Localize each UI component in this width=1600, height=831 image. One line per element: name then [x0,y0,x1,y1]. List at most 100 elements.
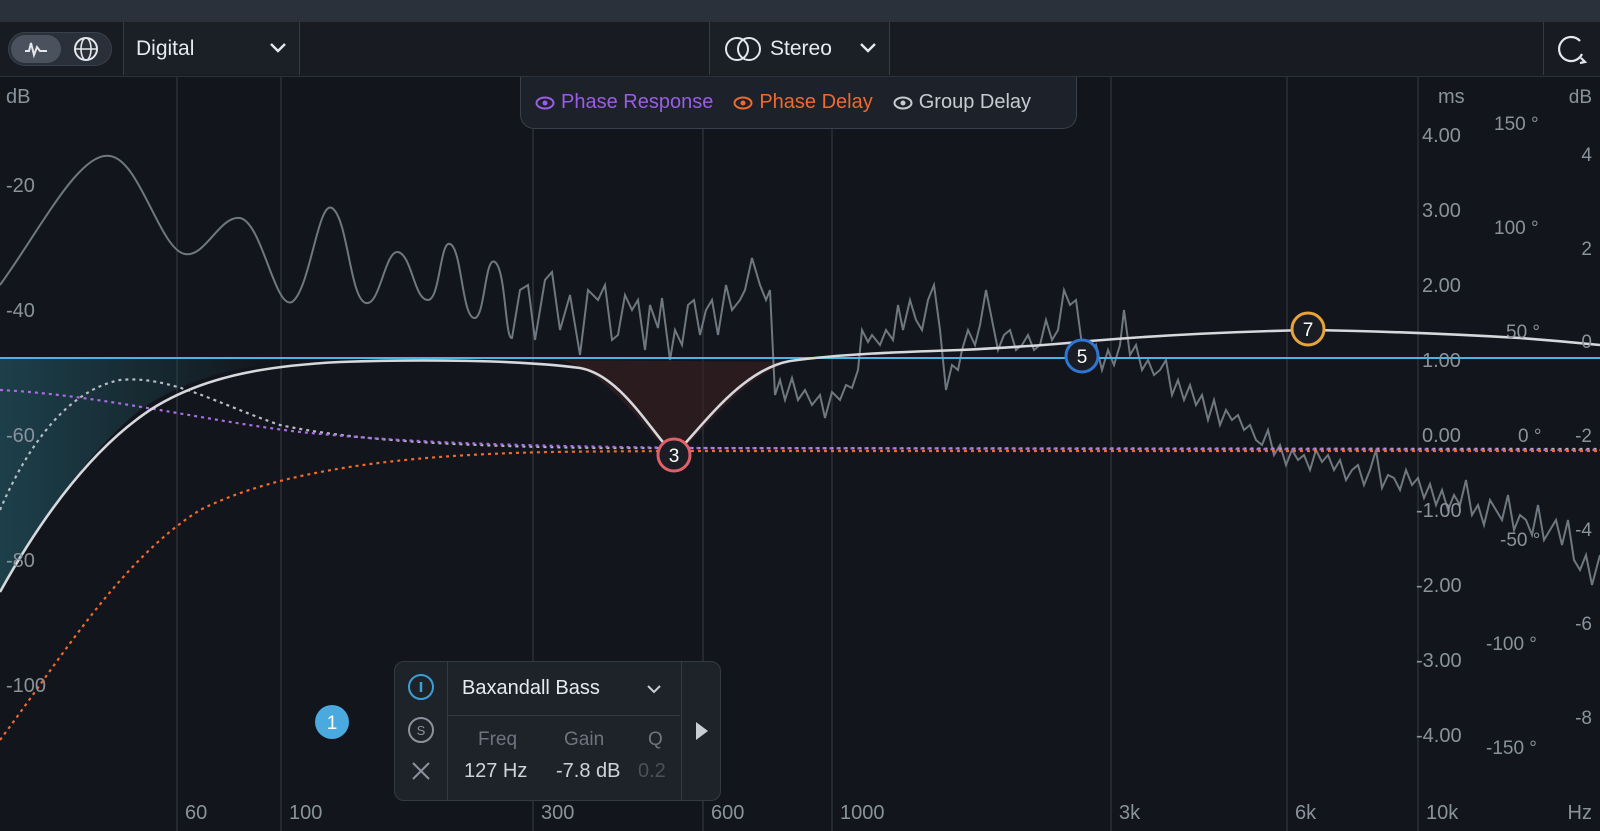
band-node-label: 3 [669,446,680,467]
power-icon[interactable] [408,674,434,700]
degree-tick: 150 ° [1494,114,1539,135]
degree-tick: -150 ° [1486,738,1537,759]
ms-tick: 0.00 [1422,425,1461,447]
band-parameters: Freq Gain Q 127 Hz -7.8 dB 0.2 [448,717,680,800]
legend-label: Phase Delay [759,91,873,113]
band-node-5[interactable]: 5 [1064,338,1100,374]
right-db-tick: 0 [1581,332,1592,353]
right-db-unit: dB [1569,87,1592,108]
left-db-unit: dB [6,86,30,108]
degree-tick: 100 ° [1494,218,1539,239]
phase-delay-curve [0,449,1600,741]
ms-tick: -4.00 [1416,725,1462,747]
filter-type-dropdown[interactable]: Baxandall Bass [448,662,680,716]
ms-axis: ms 4.00 3.00 2.00 1.00 0.00 -1.00 -2.00 … [1416,86,1465,747]
close-icon[interactable] [410,760,432,787]
band-node-1[interactable]: 1 [315,705,349,739]
band-node-label: 5 [1077,347,1088,368]
freq-tick: 6k [1295,802,1317,824]
ms-tick: 2.00 [1422,275,1461,297]
freq-tick: 100 [289,802,322,824]
freq-tick: 10k [1426,802,1459,824]
freq-tick: 300 [541,802,574,824]
freq-tick: 1000 [840,802,885,824]
refresh-icon [1558,35,1588,64]
chevron-down-icon [860,43,876,53]
group-delay-curve [0,378,1600,511]
eye-icon [535,96,555,109]
right-db-tick: -2 [1575,426,1592,447]
eq-curve [0,328,1600,593]
stereo-icon [725,36,761,61]
legend-label: Group Delay [918,91,1032,113]
left-db-tick: -20 [6,175,35,197]
freq-tick: 600 [711,802,744,824]
solo-icon[interactable]: S [408,717,434,743]
legend-phase-delay[interactable]: Phase Delay [733,91,873,114]
expand-panel-button[interactable] [681,662,721,800]
title-bar [0,0,1600,22]
filter-type-label: Baxandall Bass [462,677,600,699]
ms-unit: ms [1438,86,1465,108]
left-db-tick: -40 [6,300,35,322]
freq-tick: 60 [185,802,207,824]
play-arrow-icon [695,722,708,740]
ms-tick: 3.00 [1422,200,1461,222]
freq-value[interactable]: 127 Hz [464,760,527,783]
band-node-label: 1 [327,713,338,734]
ms-tick: -1.00 [1416,500,1462,522]
legend-phase-response[interactable]: Phase Response [535,91,713,114]
right-db-axis: dB 4 2 0 -2 -4 -6 -8 [1569,87,1593,729]
curve-legend: Phase Response Phase Delay Group Delay [520,77,1077,129]
ms-tick: -2.00 [1416,575,1462,597]
spectrum-analyzer [0,154,1600,586]
reset-button[interactable] [1543,22,1600,75]
gain-label: Gain [564,729,605,750]
left-db-tick: -60 [6,425,35,447]
degree-tick: 0 ° [1518,426,1541,447]
degree-axis: 150 ° 100 ° 50 ° 0 ° -50 ° -100 ° -150 ° [1486,114,1541,759]
frequency-axis: 60 100 300 600 1000 3k 6k 10k Hz [185,802,1592,824]
band-node-7[interactable]: 7 [1290,311,1326,347]
waveform-view-button[interactable] [11,35,61,63]
degree-tick: 50 ° [1506,322,1540,343]
legend-label: Phase Response [561,91,714,113]
gain-value[interactable]: -7.8 dB [556,760,620,783]
band-node-3[interactable]: 3 [656,437,692,473]
right-db-tick: 4 [1581,145,1592,166]
mode-dropdown-label: Digital [136,36,195,60]
mode-dropdown[interactable]: Digital [123,22,300,75]
freq-unit: Hz [1568,802,1592,824]
band-node-label: 7 [1303,320,1314,341]
ms-tick: 1.00 [1422,350,1461,372]
channel-dropdown[interactable]: Stereo [709,22,890,75]
degree-tick: -50 ° [1500,530,1540,551]
legend-group-delay[interactable]: Group Delay [893,91,1031,114]
band-controls-column: S [395,662,448,800]
ms-tick: -3.00 [1416,650,1462,672]
chevron-down-icon [270,43,286,53]
eye-icon [893,96,913,109]
view-toggle[interactable] [8,32,112,66]
eq-graph[interactable]: dB -20 -40 -60 -80 -100 ms 4.00 3.00 2.0… [0,77,1600,831]
left-db-tick: -100 [6,675,46,697]
global-view-button[interactable] [61,35,111,63]
frequency-gridlines [176,77,1419,831]
band-settings-panel: S Baxandall Bass Freq Gain Q 127 Hz -7.8… [394,661,721,801]
q-label: Q [648,729,663,750]
toolbar: Digital Stereo [0,22,1600,77]
phase-response-curve [0,388,1600,452]
globe-icon [74,37,98,61]
left-db-tick: -80 [6,550,35,572]
eye-icon [733,96,753,109]
right-db-tick: -8 [1575,708,1592,729]
freq-tick: 3k [1119,802,1141,824]
freq-label: Freq [478,729,518,750]
right-db-tick: -6 [1575,614,1592,635]
chevron-down-icon [647,685,661,694]
channel-dropdown-label: Stereo [770,36,832,60]
waveform-icon [25,42,47,59]
ms-tick: 4.00 [1422,125,1461,147]
right-db-tick: 2 [1581,239,1592,260]
q-value[interactable]: 0.2 [638,760,666,783]
